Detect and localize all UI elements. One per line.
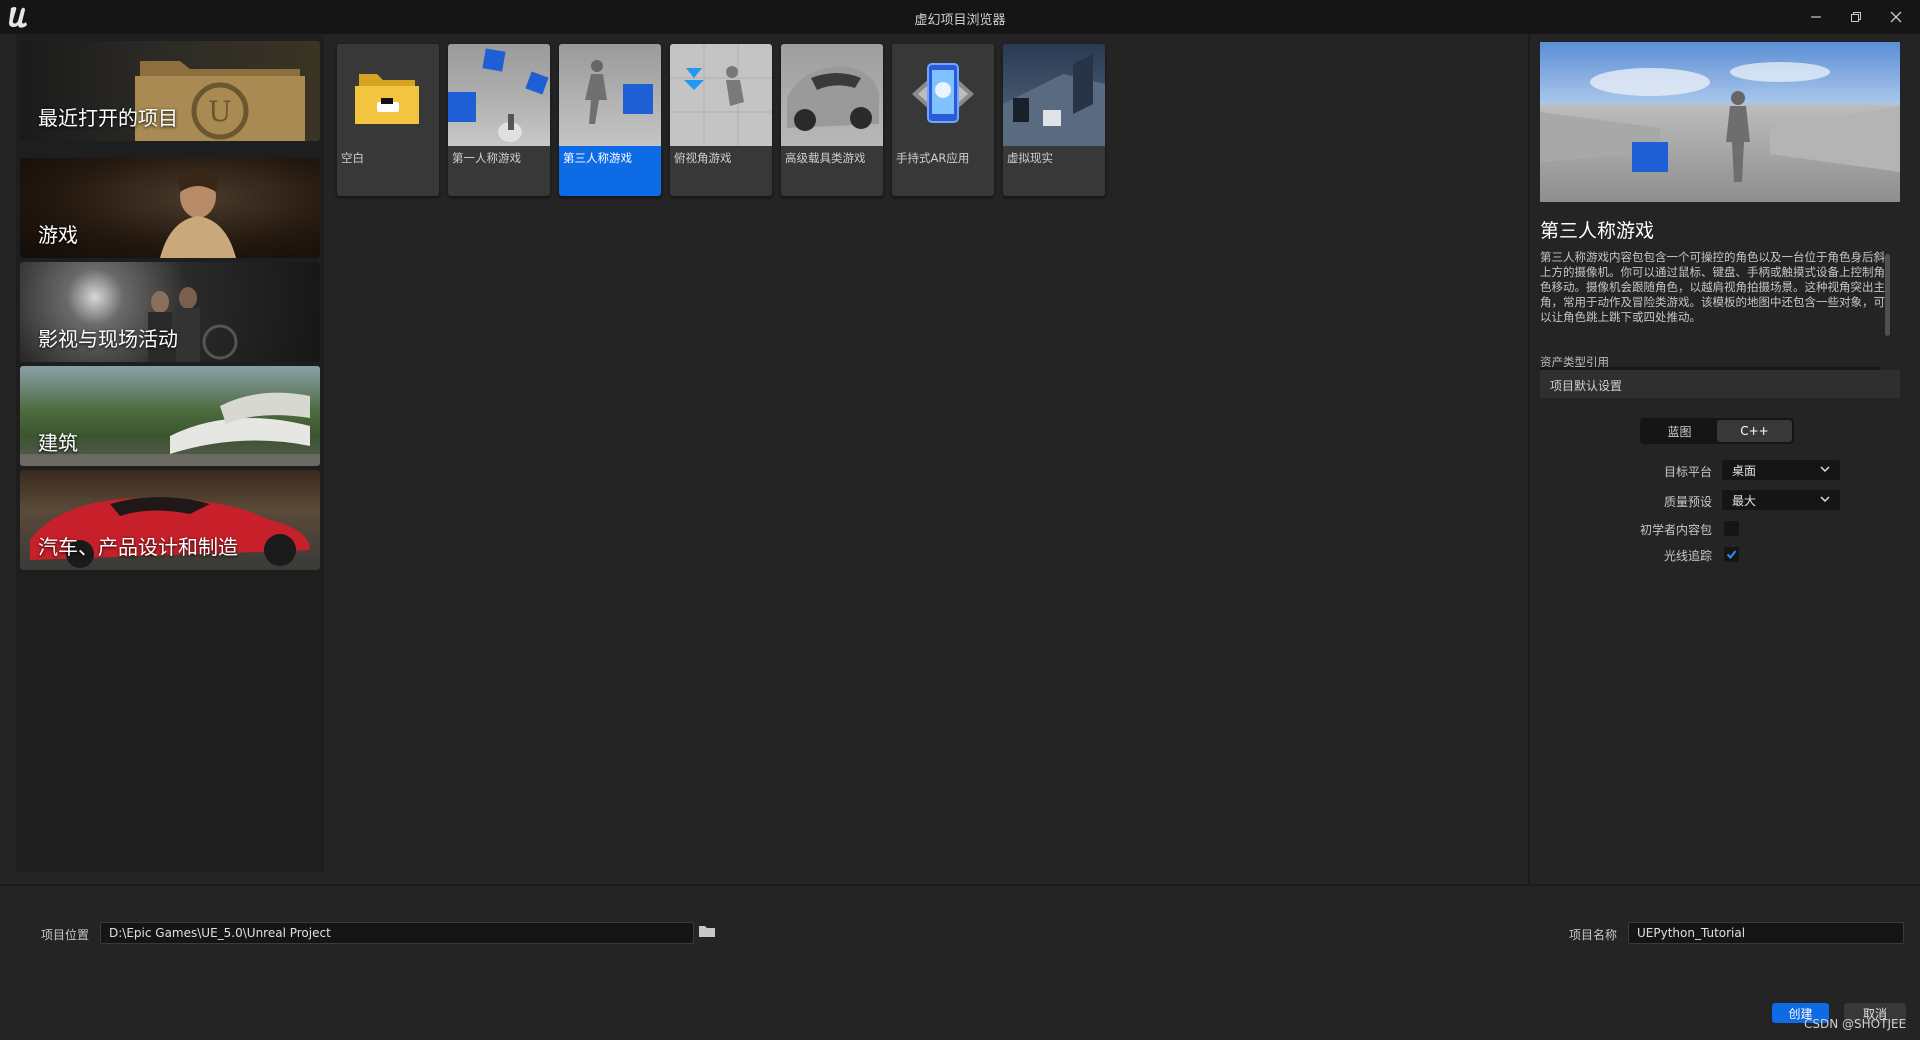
restore-button[interactable]: [1836, 2, 1876, 32]
template-label: 第一人称游戏: [452, 151, 521, 165]
chevron-down-icon: [1820, 496, 1830, 503]
template-label: 高级载具类游戏: [785, 151, 866, 165]
ar-phone-icon: [912, 63, 974, 123]
close-button[interactable]: [1876, 2, 1916, 32]
watermark: CSDN @SHOTJEE: [1804, 1017, 1907, 1031]
project-location-input[interactable]: D:\Epic Games\UE_5.0\Unreal Project: [100, 922, 694, 944]
language-toggle: 蓝图 C++: [1640, 418, 1794, 444]
template-title: 第三人称游戏: [1540, 220, 1655, 242]
top-down-thumbnail: [670, 44, 772, 146]
minimize-icon: [1811, 16, 1821, 18]
template-preview-image: [1540, 42, 1900, 202]
category-recent-projects[interactable]: U 最近打开的项目: [20, 41, 320, 141]
category-label: 最近打开的项目: [38, 106, 178, 130]
browse-folder-icon[interactable]: [698, 924, 716, 938]
project-defaults-header[interactable]: 项目默认设置: [1540, 370, 1900, 398]
template-handheld-ar[interactable]: 手持式AR应用: [892, 44, 994, 196]
template-vehicle[interactable]: 高级载具类游戏: [781, 44, 883, 196]
svg-text:U: U: [208, 95, 232, 128]
template-label: 手持式AR应用: [896, 151, 970, 165]
target-platform-label: 目标平台: [1663, 465, 1712, 479]
quality-preset-dropdown[interactable]: 最大: [1722, 490, 1840, 510]
checkmark-icon: [1726, 550, 1737, 560]
third-person-thumbnail: [559, 44, 661, 146]
template-label: 虚拟现实: [1007, 151, 1053, 165]
project-location-label: 项目位置: [41, 928, 90, 942]
raytracing-checkbox[interactable]: [1724, 547, 1739, 562]
window-title: 虚幻项目浏览器: [914, 13, 1006, 28]
quality-preset-value: 最大: [1732, 494, 1757, 508]
chevron-down-icon: [1820, 466, 1830, 473]
category-label: 建筑: [38, 431, 78, 455]
target-platform-dropdown[interactable]: 桌面: [1722, 460, 1840, 480]
vr-thumbnail: [1003, 44, 1105, 146]
project-name-label: 项目名称: [1569, 928, 1618, 942]
template-label: 第三人称游戏: [563, 151, 632, 165]
first-person-thumbnail: [448, 44, 550, 146]
category-games[interactable]: 游戏: [20, 158, 320, 258]
category-label: 游戏: [38, 223, 78, 247]
template-label: 俯视角游戏: [674, 151, 732, 165]
vehicle-thumbnail: [781, 44, 883, 146]
template-description: 第三人称游戏内容包包含一个可操控的角色以及一台位于角色身后斜上方的摄像机。你可以…: [1540, 250, 1885, 324]
template-first-person[interactable]: 第一人称游戏: [448, 44, 550, 196]
starter-content-checkbox[interactable]: [1724, 521, 1739, 536]
project-name-input[interactable]: UEPython_Tutorial: [1628, 922, 1904, 944]
template-third-person[interactable]: 第三人称游戏: [559, 44, 661, 196]
title-bar: 虚幻项目浏览器: [0, 0, 1920, 34]
category-label: 影视与现场活动: [38, 327, 178, 351]
template-vr[interactable]: 虚拟现实: [1003, 44, 1105, 196]
target-platform-value: 桌面: [1732, 464, 1757, 478]
description-scrollbar[interactable]: [1885, 254, 1890, 336]
blank-thumbnail: [337, 44, 439, 146]
handheld-ar-thumbnail: [892, 44, 994, 146]
category-film-live-events[interactable]: 影视与现场活动: [20, 262, 320, 362]
restore-icon: [1851, 12, 1861, 22]
details-panel: 第三人称游戏 第三人称游戏内容包包含一个可操控的角色以及一台位于角色身后斜上方的…: [1528, 34, 1920, 884]
starter-content-label: 初学者内容包: [1639, 523, 1712, 537]
minimize-button[interactable]: [1796, 2, 1836, 32]
blueprint-option[interactable]: 蓝图: [1642, 420, 1717, 442]
template-blank[interactable]: 空白: [337, 44, 439, 196]
folder-icon: [355, 74, 419, 124]
template-top-down[interactable]: 俯视角游戏: [670, 44, 772, 196]
category-architecture[interactable]: 建筑: [20, 366, 320, 466]
template-label: 空白: [341, 151, 364, 165]
cpp-option[interactable]: C++: [1717, 420, 1792, 442]
category-automotive[interactable]: 汽车、产品设计和制造: [20, 470, 320, 570]
quality-preset-label: 质量预设: [1663, 495, 1712, 509]
raytracing-label: 光线追踪: [1663, 549, 1712, 563]
category-label: 汽车、产品设计和制造: [38, 535, 238, 559]
category-panel: U 最近打开的项目 游戏 影视与现场活动 建筑 汽车、产品设计和制造: [16, 34, 324, 872]
close-icon: [1890, 11, 1902, 23]
bottom-divider: [0, 884, 1920, 886]
